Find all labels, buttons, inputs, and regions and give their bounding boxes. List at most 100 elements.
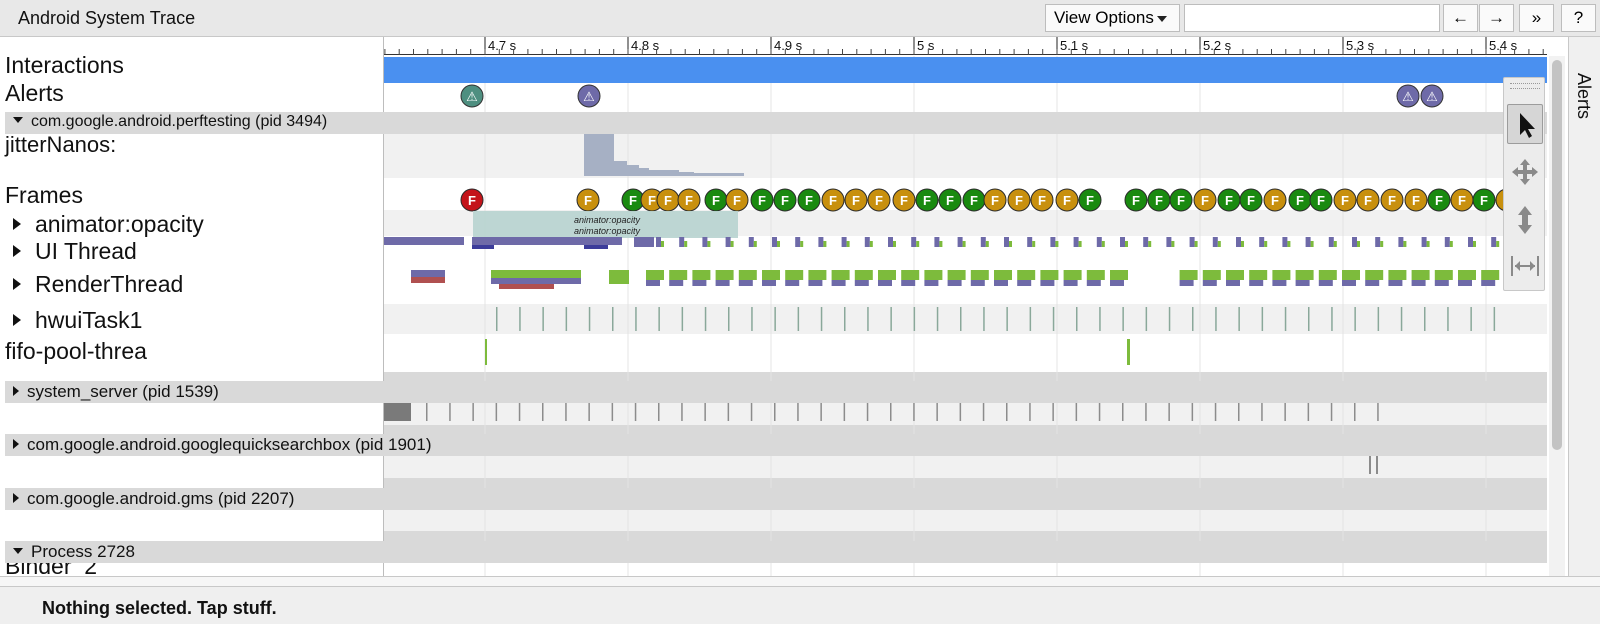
render-thread-slice[interactable]	[1086, 280, 1101, 286]
ui-thread-slice[interactable]	[1310, 241, 1314, 247]
render-thread-slice[interactable]	[854, 280, 869, 286]
render-thread-slice[interactable]	[1017, 280, 1032, 286]
jitter-bar[interactable]	[649, 170, 662, 176]
process-header-perftesting[interactable]: com.google.android.perftesting (pid 3494…	[5, 112, 1547, 134]
hwui-task-slice[interactable]	[1122, 307, 1124, 331]
render-thread-slice[interactable]	[924, 270, 943, 280]
help-button[interactable]: ?	[1561, 4, 1596, 32]
hwui-task-slice[interactable]	[890, 307, 892, 331]
process-header-gms[interactable]: com.google.android.gms (pid 2207)	[5, 488, 1547, 510]
render-thread-slice[interactable]	[1411, 270, 1430, 280]
render-thread-slice[interactable]	[1063, 280, 1078, 286]
render-thread-slice[interactable]	[1342, 270, 1360, 280]
search-input[interactable]	[1184, 4, 1440, 32]
ui-thread-slice[interactable]	[795, 237, 801, 247]
fifo-slice[interactable]	[485, 339, 487, 365]
ui-thread-slice[interactable]	[1125, 241, 1128, 247]
ui-thread-slice[interactable]	[1449, 241, 1453, 247]
render-thread-slice[interactable]	[994, 280, 1008, 286]
ui-thread-slice[interactable]	[748, 237, 754, 247]
hwui-task-slice[interactable]	[1099, 307, 1101, 331]
render-thread-slice[interactable]	[1388, 270, 1407, 280]
hwui-task-slice[interactable]	[635, 307, 637, 331]
render-thread-slice[interactable]	[878, 270, 896, 280]
ui-thread-slice[interactable]	[911, 237, 917, 247]
hwui-task-slice[interactable]	[1308, 307, 1310, 331]
view-options-dropdown[interactable]: View Options	[1045, 4, 1180, 32]
render-thread-slice[interactable]	[1365, 270, 1384, 280]
render-thread-slice[interactable]	[808, 280, 823, 286]
ui-thread-slice[interactable]	[753, 241, 757, 247]
ui-thread-slice[interactable]	[1004, 237, 1009, 247]
ui-thread-slice[interactable]	[1120, 237, 1125, 247]
ui-thread-slice[interactable]	[1217, 241, 1221, 247]
hwui-task-slice[interactable]	[1215, 307, 1217, 331]
hwui-task-slice[interactable]	[565, 307, 568, 331]
ui-thread-slice[interactable]	[980, 237, 986, 247]
render-thread-slice[interactable]	[738, 270, 757, 280]
drag-handle[interactable]	[1510, 83, 1540, 89]
render-thread-slice[interactable]	[785, 270, 804, 280]
render-thread-slice[interactable]	[1295, 280, 1310, 286]
fifo-slice[interactable]	[1127, 339, 1130, 365]
jitter-bar[interactable]	[639, 168, 649, 176]
render-thread-slice[interactable]	[669, 270, 688, 280]
ui-thread-slice[interactable]	[725, 237, 731, 247]
render-thread-slice[interactable]	[1110, 280, 1124, 286]
ui-thread-slice[interactable]	[1444, 237, 1450, 247]
render-thread-slice[interactable]	[1272, 270, 1291, 280]
hwui-task-slice[interactable]	[1006, 307, 1008, 331]
ui-thread-slice[interactable]	[1143, 237, 1149, 247]
hwui-task-slice[interactable]	[588, 307, 591, 331]
render-thread-slice[interactable]	[609, 270, 629, 284]
hwui-task-slice[interactable]	[704, 307, 707, 331]
ui-thread-slice[interactable]	[1009, 241, 1012, 247]
timing-tool-button[interactable]	[1507, 246, 1543, 286]
ui-thread-slice[interactable]	[957, 237, 963, 247]
render-thread-slice[interactable]	[785, 280, 800, 286]
render-thread-slice[interactable]	[1481, 280, 1496, 286]
jitter-bar[interactable]	[662, 170, 679, 176]
render-thread-slice[interactable]	[924, 280, 939, 286]
render-thread-slice[interactable]	[1040, 270, 1059, 280]
render-thread-slice[interactable]	[994, 270, 1012, 280]
ui-thread-slice[interactable]	[1473, 241, 1476, 247]
render-thread-slice[interactable]	[646, 270, 664, 280]
process-header-system-server[interactable]: system_server (pid 1539)	[5, 381, 1547, 403]
selection-tool-button[interactable]	[1507, 104, 1543, 144]
render-thread-slice[interactable]	[411, 277, 445, 283]
ui-thread-slice[interactable]	[679, 237, 685, 247]
hwui-task-slice[interactable]	[658, 307, 660, 331]
jitter-bar[interactable]	[730, 173, 744, 176]
render-thread-slice[interactable]	[1202, 270, 1221, 280]
ui-thread-slice[interactable]	[869, 241, 873, 247]
jitter-bar[interactable]	[584, 132, 598, 176]
render-thread-slice[interactable]	[1179, 280, 1194, 286]
render-thread-slice[interactable]	[878, 280, 892, 286]
ui-thread-slice[interactable]	[772, 237, 777, 247]
ui-thread-slice[interactable]	[1194, 241, 1198, 247]
panel-divider[interactable]	[0, 576, 1600, 586]
render-thread-slice[interactable]	[1411, 280, 1426, 286]
render-thread-slice[interactable]	[1086, 270, 1105, 280]
track-animator[interactable]: animator:opacity	[13, 211, 204, 238]
render-thread-slice[interactable]	[1434, 270, 1453, 280]
render-thread-slice[interactable]	[854, 270, 873, 280]
ui-thread-slice[interactable]	[823, 241, 827, 247]
hwui-task-slice[interactable]	[542, 307, 544, 331]
hwui-task-slice[interactable]	[1284, 307, 1287, 331]
render-thread-slice[interactable]	[715, 270, 734, 280]
ui-thread-slice[interactable]	[1166, 237, 1172, 247]
ui-thread-slice[interactable]	[1101, 241, 1105, 247]
render-thread-slice[interactable]	[491, 270, 581, 278]
render-thread-slice[interactable]	[715, 280, 730, 286]
hwui-task-slice[interactable]	[774, 307, 776, 331]
render-thread-slice[interactable]	[901, 270, 920, 280]
render-thread-slice[interactable]	[1295, 270, 1314, 280]
render-thread-slice[interactable]	[808, 270, 827, 280]
scrollbar-thumb[interactable]	[1552, 60, 1562, 450]
render-thread-slice[interactable]	[1202, 280, 1217, 286]
render-thread-slice[interactable]	[1342, 280, 1356, 286]
hwui-task-slice[interactable]	[519, 307, 521, 331]
ui-thread-slice[interactable]	[1055, 241, 1059, 247]
